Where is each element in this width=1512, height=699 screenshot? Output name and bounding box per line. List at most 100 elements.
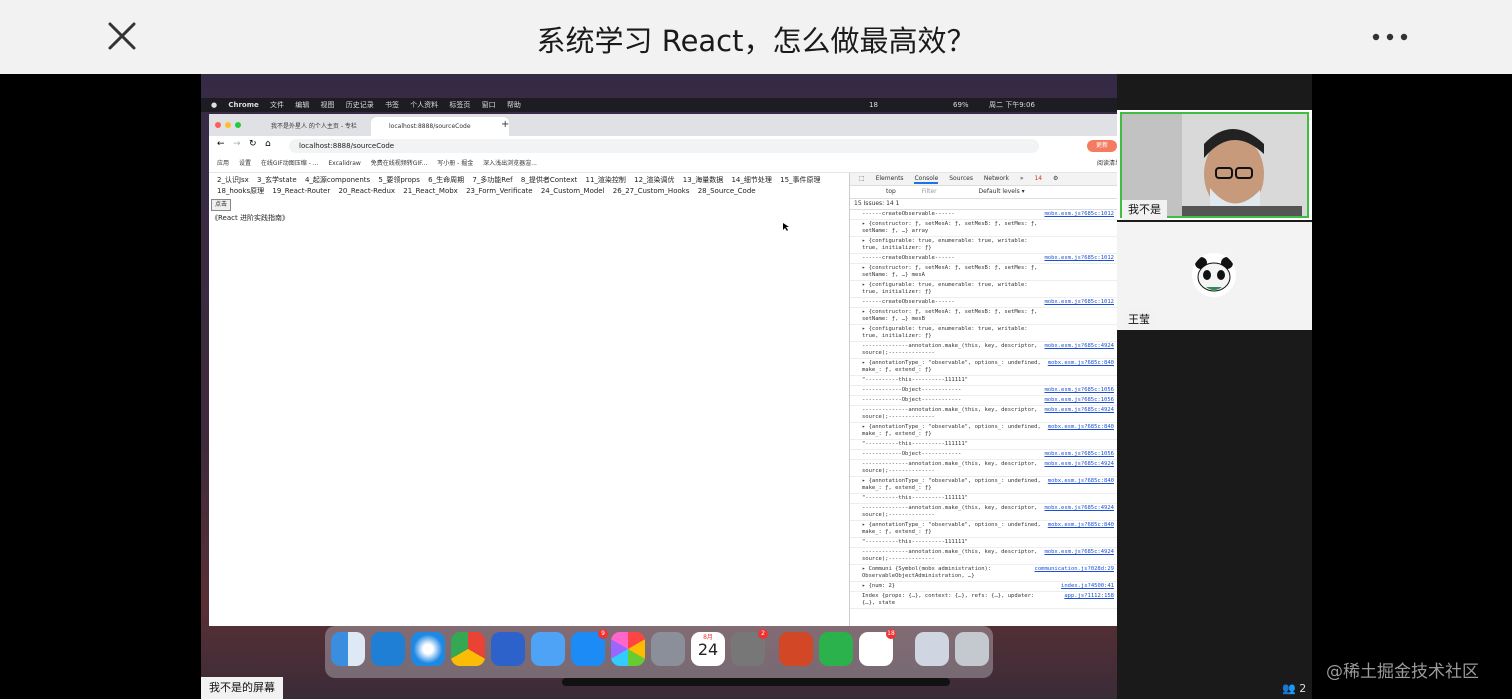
console-source-link[interactable]: mobx.esm.js?685c:1056 [1044, 451, 1114, 458]
console-source-link[interactable]: mobx.esm.js?685c:840 [1048, 478, 1114, 485]
finder-icon[interactable] [331, 632, 365, 666]
console-log-entry[interactable]: --------------annotation.make_(this, key… [850, 460, 1117, 477]
nav-link[interactable]: 12_渲染调优 [634, 176, 674, 184]
console-log-entry[interactable]: ------createObservable------ mobx.esm.js?… [850, 298, 1117, 308]
console-source-link[interactable]: mobx.esm.js?685c:840 [1048, 360, 1114, 367]
downloads-icon[interactable] [915, 632, 949, 666]
console-source-link[interactable]: mobx.esm.js?685c:4924 [1044, 407, 1114, 414]
safari-icon[interactable] [411, 632, 445, 666]
instruments-icon[interactable] [491, 632, 525, 666]
nav-link[interactable]: 23_Form_Verificate [466, 187, 533, 195]
console-log-entry[interactable]: "----------this----------111111" [850, 376, 1117, 386]
console-log-entry[interactable]: ▸ {annotationType_: "observable", option… [850, 477, 1117, 494]
console-log-entry[interactable]: ▸ {configurable: true, enumerable: true,… [850, 237, 1117, 254]
console-source-link[interactable]: mobx.esm.js?685c:4924 [1044, 343, 1114, 350]
photos-icon[interactable] [611, 632, 645, 666]
wechat-icon[interactable] [819, 632, 853, 666]
messages-icon[interactable] [531, 632, 565, 666]
filter-input[interactable]: Filter [922, 188, 937, 195]
nav-link[interactable]: 11_渲染控制 [585, 176, 625, 184]
console-log-entry[interactable]: ▸ Communi {Symbol(mobx administration): … [850, 565, 1117, 582]
nav-link[interactable]: 24_Custom_Model [541, 187, 605, 195]
launchpad-icon[interactable] [651, 632, 685, 666]
tab-localhost[interactable]: localhost:8888/sourceCode [371, 117, 509, 136]
url-field[interactable]: localhost:8888/sourceCode [289, 139, 1039, 153]
console-source-link[interactable]: mobx.esm.js?685c:840 [1048, 522, 1114, 529]
nav-link[interactable]: 28_Source_Code [698, 187, 756, 195]
console-log-entry[interactable]: Index {props: {…}, context: {…}, refs: {… [850, 592, 1117, 609]
nav-link[interactable]: 21_React_Mobx [403, 187, 458, 195]
bookmark-render[interactable]: 深入浅出浏览器渲... [483, 160, 537, 167]
reading-list[interactable]: 阅读清单 [1097, 156, 1117, 172]
console-log-entry[interactable]: ▸ {constructor: ƒ, setMesA: ƒ, setMesB: … [850, 308, 1117, 325]
update-button[interactable]: 更新 [1087, 140, 1117, 152]
tab-more[interactable]: » [1020, 175, 1024, 182]
console-source-link[interactable]: mobx.esm.js?685c:4924 [1044, 549, 1114, 556]
back-icon[interactable]: ← [217, 139, 225, 149]
home-icon[interactable]: ⌂ [265, 139, 271, 149]
console-source-link[interactable]: mobx.esm.js?685c:1012 [1044, 255, 1114, 262]
console-source-link[interactable]: mobx.esm.js?685c:1012 [1044, 211, 1114, 218]
console-source-link[interactable]: app.js?1112:158 [1064, 593, 1114, 600]
nav-link[interactable]: 26_27_Custom_Hooks [613, 187, 690, 195]
console-source-link[interactable]: mobx.esm.js?685c:840 [1048, 424, 1114, 431]
console-log-entry[interactable]: ------------Object------------ mobx.esm.j… [850, 396, 1117, 406]
nav-link[interactable]: 7_多功能Ref [472, 176, 512, 184]
tab-elements[interactable]: Elements [876, 175, 904, 182]
more-icon[interactable] [1370, 30, 1410, 44]
tab-network[interactable]: Network [984, 175, 1009, 182]
nav-link[interactable]: 3_玄学state [257, 176, 297, 184]
console-log-entry[interactable]: ▸ {constructor: ƒ, setMesA: ƒ, setMesB: … [850, 264, 1117, 281]
console-log-entry[interactable]: ▸ {configurable: true, enumerable: true,… [850, 325, 1117, 342]
tab-juejin[interactable]: 我不是外星人 的个人主页 - 专栏 [253, 117, 381, 136]
nav-link[interactable]: 18_hooks原理 [217, 187, 264, 195]
tab-console[interactable]: Console [914, 175, 939, 184]
issues-bar[interactable]: 15 Issues: 14 1 [850, 199, 1117, 210]
console-log-entry[interactable]: ▸ {annotationType_: "observable", option… [850, 359, 1117, 376]
chrome-icon[interactable] [451, 632, 485, 666]
nav-link[interactable]: 13_海量数据 [683, 176, 723, 184]
console-log-entry[interactable]: "----------this----------111111" [850, 494, 1117, 504]
nav-link[interactable]: 20_React-Redux [338, 187, 395, 195]
console-source-link[interactable]: communication.js?028d:29 [1035, 566, 1114, 573]
trash-icon[interactable] [955, 632, 989, 666]
console-source-link[interactable]: mobx.esm.js?685c:4924 [1044, 505, 1114, 512]
console-log-entry[interactable]: ------------Object------------ mobx.esm.j… [850, 386, 1117, 396]
feishu-icon[interactable]: 18 [859, 629, 896, 666]
bookmark-juejin[interactable]: 写小册 - 掘金 [437, 160, 473, 167]
console-source-link[interactable]: mobx.esm.js?685c:1012 [1044, 299, 1114, 306]
console-source-link[interactable]: index.js?4500:41 [1061, 583, 1114, 590]
console-log-entry[interactable]: ▸ {annotationType_: "observable", option… [850, 423, 1117, 440]
console-log-entry[interactable]: ▸ {num: 2} index.js?4500:41 [850, 582, 1117, 592]
nav-link[interactable]: 6_生命周期 [428, 176, 464, 184]
reload-icon[interactable]: ↻ [249, 139, 257, 149]
console-source-link[interactable]: mobx.esm.js?685c:4924 [1044, 461, 1114, 468]
bookmark-video[interactable]: 免费在线视频转GIF... [371, 160, 428, 167]
nav-link[interactable]: 8_提供者Context [521, 176, 577, 184]
console-log-entry[interactable]: --------------annotation.make_(this, key… [850, 342, 1117, 359]
console-log-entry[interactable]: --------------annotation.make_(this, key… [850, 406, 1117, 423]
console-log-entry[interactable]: ▸ {annotationType_: "observable", option… [850, 521, 1117, 538]
console-log-entry[interactable]: ▸ {configurable: true, enumerable: true,… [850, 281, 1117, 298]
forward-icon[interactable]: → [233, 139, 241, 149]
bookmark-gif[interactable]: 在线GIF动图压缩 - ... [261, 160, 319, 167]
console-source-link[interactable]: mobx.esm.js?685c:1056 [1044, 387, 1114, 394]
console-source-link[interactable]: mobx.esm.js?685c:1056 [1044, 397, 1114, 404]
powerpoint-icon[interactable] [779, 632, 813, 666]
nav-link[interactable]: 5_要领props [378, 176, 420, 184]
console-log-entry[interactable]: ------createObservable------ mobx.esm.js?… [850, 210, 1117, 220]
bookmark-apps[interactable]: 应用 [217, 160, 229, 167]
nav-link[interactable]: 14_细节处理 [731, 176, 771, 184]
click-button[interactable]: 点击 [211, 199, 231, 211]
inspect-icon[interactable]: ⬚ [859, 175, 865, 182]
console-log-entry[interactable]: --------------annotation.make_(this, key… [850, 504, 1117, 521]
nav-link[interactable]: 2_认识Jsx [217, 176, 249, 184]
system-preferences-icon[interactable]: 2 [731, 629, 768, 666]
console-log-entry[interactable]: "----------this----------111111" [850, 538, 1117, 548]
nav-link[interactable]: 4_起源components [305, 176, 370, 184]
nav-link[interactable]: 19_React-Router [272, 187, 330, 195]
participant-count[interactable]: 👥 2 [1282, 682, 1306, 695]
console-log-entry[interactable]: --------------annotation.make_(this, key… [850, 548, 1117, 565]
nav-link[interactable]: 15_事件原理 [780, 176, 820, 184]
tab-sources[interactable]: Sources [949, 175, 973, 182]
